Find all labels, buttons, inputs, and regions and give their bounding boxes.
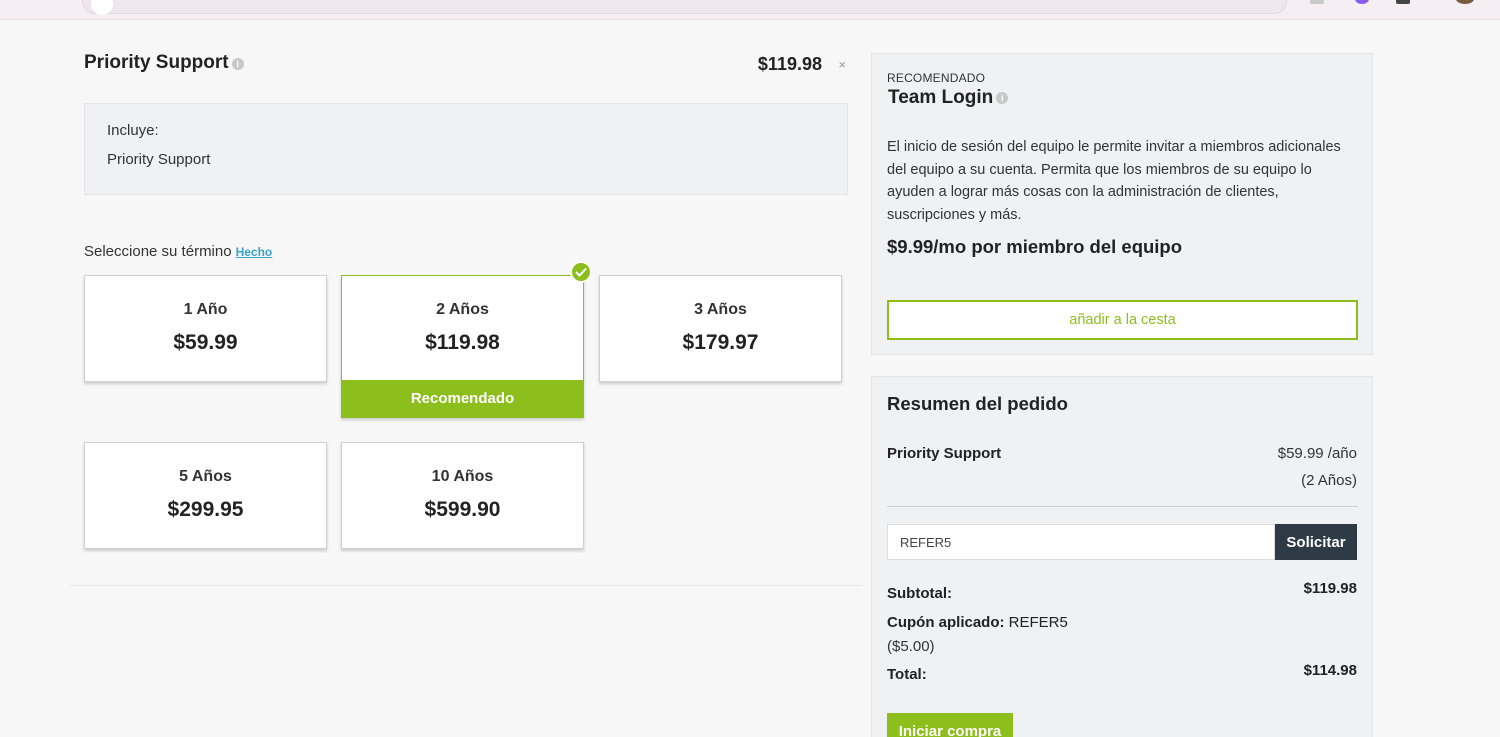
summary-item-term: (2 Años) — [1301, 472, 1357, 489]
plan-term: 1 Año — [183, 301, 228, 318]
plan-option-1-year[interactable]: 1 Año $59.99 — [84, 275, 327, 382]
includes-item: Priority Support — [107, 151, 211, 168]
address-bar[interactable] — [82, 0, 1287, 15]
extension-icon[interactable] — [1355, 0, 1369, 4]
plan-price: $59.99 — [173, 331, 238, 354]
upsell-rate: $9.99/mo por miembro del equipo — [887, 236, 1183, 257]
coupon-applied-label: Cupón aplicado: — [887, 614, 1005, 631]
plan-option-3-years[interactable]: 3 Años $179.97 — [599, 275, 842, 382]
plan-term: 2 Años — [436, 301, 489, 318]
upsell-description: El inicio de sesión del equipo le permit… — [887, 139, 1341, 223]
check-icon — [570, 261, 592, 283]
browser-toolbar — [0, 0, 1500, 20]
coupon-input[interactable] — [887, 524, 1275, 560]
plan-term: 3 Años — [694, 301, 747, 318]
info-icon[interactable]: i — [231, 57, 244, 70]
done-link[interactable]: Hecho — [236, 245, 273, 259]
add-to-cart-button[interactable]: añadir a la cesta — [887, 300, 1358, 340]
upsell-card: RECOMENDADO Team Login i El inicio de ses… — [871, 53, 1373, 355]
summary-heading: Resumen del pedido — [887, 393, 1068, 414]
site-icon — [91, 0, 113, 15]
subtotal-label: Subtotal: — [887, 585, 952, 602]
checkout-button[interactable]: Iniciar compra — [887, 713, 1013, 737]
plan-price: $119.98 — [425, 331, 500, 354]
summary-item-name: Priority Support — [887, 445, 1002, 462]
coupon-code: REFER5 — [1008, 614, 1068, 631]
subtotal-value: $119.98 — [1303, 580, 1357, 597]
avatar[interactable] — [1456, 0, 1474, 4]
product-price: $119.98 — [757, 54, 822, 74]
total-label: Total: — [887, 666, 927, 683]
summary-item-price: $59.99 /año — [1277, 445, 1357, 462]
remove-icon[interactable]: × — [838, 57, 846, 72]
product-title: Priority Support — [84, 52, 229, 73]
coupon-applied: Cupón aplicado: REFER5 — [887, 614, 1068, 631]
upsell-name: Team Login — [888, 87, 994, 108]
plan-term: 5 Años — [179, 468, 232, 485]
plan-price: $179.97 — [682, 331, 759, 354]
order-summary: Resumen del pedido Priority Support $59.… — [871, 376, 1373, 737]
plan-price: $299.95 — [167, 498, 244, 521]
divider — [70, 585, 862, 586]
term-label: Seleccione su término Hecho — [84, 243, 272, 260]
divider — [887, 506, 1358, 507]
plan-price: $599.90 — [424, 498, 501, 521]
total-value: $114.98 — [1303, 662, 1357, 679]
info-icon[interactable]: i — [996, 91, 1009, 104]
recommended-badge: Recomendado — [341, 380, 584, 418]
recommended-tag: RECOMENDADO — [887, 71, 986, 85]
discount-amount: ($5.00) — [887, 638, 935, 655]
product-header: Priority Support i $119.98 × — [84, 52, 848, 78]
includes-box: Incluye: Priority Support — [84, 103, 848, 195]
toolbar-icon[interactable] — [1396, 0, 1410, 4]
plan-option-5-years[interactable]: 5 Años $299.95 — [84, 442, 327, 549]
term-label-text: Seleccione su término — [84, 243, 232, 260]
includes-label: Incluye: — [107, 122, 159, 139]
plan-term: 10 Años — [431, 468, 494, 485]
apply-coupon-button[interactable]: Solicitar — [1275, 524, 1357, 560]
toolbar-icon[interactable] — [1310, 0, 1324, 4]
plan-option-10-years[interactable]: 10 Años $599.90 — [341, 442, 584, 549]
plan-option-2-years[interactable]: 2 Años $119.98 — [341, 275, 584, 381]
upsell-title: Team Login i — [888, 87, 1009, 109]
